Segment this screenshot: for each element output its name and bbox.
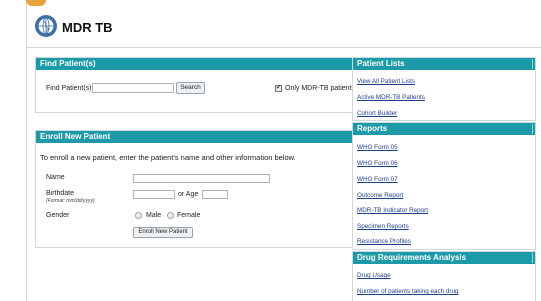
link-mdr-tb-indicator-report[interactable]: MDR-TB Indicator Report xyxy=(357,207,428,214)
age-field[interactable] xyxy=(202,190,228,199)
app-title: MDR TB xyxy=(62,20,113,35)
only-mdr-label: Only MDR-TB patients xyxy=(285,85,356,92)
gender-label: Gender xyxy=(46,212,70,219)
panel-cap xyxy=(532,59,533,69)
enroll-heading: Enroll New Patient xyxy=(36,131,357,143)
drug-requirements-heading: Drug Requirements Analysis xyxy=(353,252,535,264)
name-field[interactable] xyxy=(133,174,270,183)
search-button[interactable]: Search xyxy=(176,82,205,94)
link-who-form-06[interactable]: WHO Form 06 xyxy=(357,160,398,167)
gender-female-label: Female xyxy=(177,212,201,219)
enroll-description: To enroll a new patient, enter the patie… xyxy=(40,153,296,162)
patient-lists-heading: Patient Lists xyxy=(353,58,535,70)
only-mdr-checkbox[interactable]: ✔ xyxy=(275,85,282,92)
find-patient-title: Find Patient(s) xyxy=(40,59,96,68)
link-who-form-07[interactable]: WHO Form 07 xyxy=(357,176,398,183)
gender-male-radio[interactable] xyxy=(135,212,142,219)
gender-female-radio[interactable] xyxy=(167,212,174,219)
find-patient-heading: Find Patient(s) xyxy=(36,58,357,70)
find-patient-input[interactable] xyxy=(92,83,174,93)
reports-heading: Reports xyxy=(353,123,535,135)
reports-panel: Reports WHO Form 05 WHO Form 06 WHO Form… xyxy=(352,122,536,250)
find-patient-panel: Find Patient(s) Find Patient(s) Search ✔… xyxy=(35,57,358,113)
logo-accent xyxy=(26,0,46,6)
page-border xyxy=(26,0,27,301)
or-age-label: or Age xyxy=(178,191,199,198)
gender-male-label: Male xyxy=(146,212,162,219)
link-resistance-profiles[interactable]: Resistance Profiles xyxy=(357,238,411,245)
drug-requirements-title: Drug Requirements Analysis xyxy=(357,253,467,262)
link-who-form-05[interactable]: WHO Form 05 xyxy=(357,144,398,151)
link-view-all-patient-lists[interactable]: View All Patient Lists xyxy=(357,78,415,85)
birthdate-label: Birthdate xyxy=(46,190,75,197)
enroll-title: Enroll New Patient xyxy=(40,132,111,141)
name-label: Name xyxy=(46,174,65,181)
reports-title: Reports xyxy=(357,124,388,133)
birthdate-field[interactable] xyxy=(133,190,175,199)
link-drug-usage[interactable]: Drug Usage xyxy=(357,272,391,279)
page-container: MDR TB Find Patient(s) Find Patient(s) S… xyxy=(26,0,541,301)
enroll-new-patient-button[interactable]: Enroll New Patient xyxy=(133,227,193,238)
drug-requirements-panel: Drug Requirements Analysis Drug Usage Nu… xyxy=(352,251,536,301)
who-logo-icon xyxy=(34,14,58,38)
link-outcome-report[interactable]: Outcome Report xyxy=(357,192,403,199)
link-active-mdr-tb-patients[interactable]: Active MDR-TB Patients xyxy=(357,94,425,101)
link-patients-per-drug[interactable]: Number of patients taking each drug xyxy=(357,288,459,295)
find-patient-label: Find Patient(s) xyxy=(46,85,92,92)
patient-lists-title: Patient Lists xyxy=(357,59,405,68)
patient-lists-panel: Patient Lists View All Patient Lists Act… xyxy=(352,57,536,121)
link-specimen-reports[interactable]: Specimen Reports xyxy=(357,223,409,230)
app-header: MDR TB xyxy=(26,0,541,48)
panel-cap xyxy=(532,253,533,263)
birthdate-format-hint: (Format: mm/dd/yyyy) xyxy=(46,198,95,204)
enroll-patient-panel: Enroll New Patient To enroll a new patie… xyxy=(35,130,358,248)
panel-cap xyxy=(532,124,533,134)
link-cohort-builder[interactable]: Cohort Builder xyxy=(357,110,397,117)
